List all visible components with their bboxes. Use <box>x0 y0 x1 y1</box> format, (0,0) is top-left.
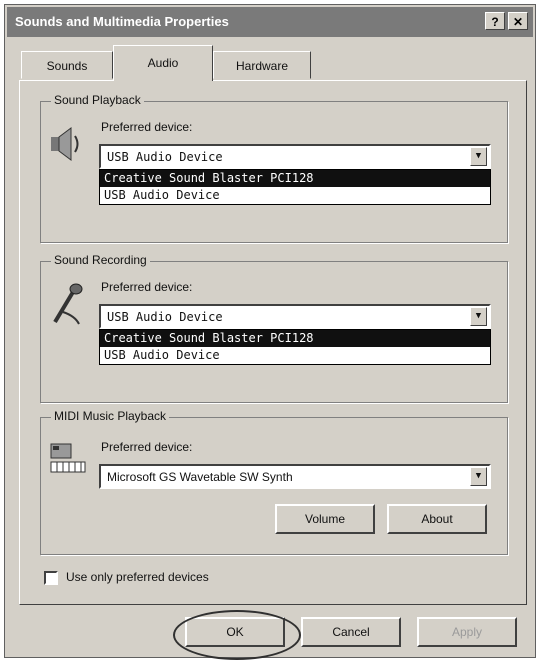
apply-button[interactable]: Apply <box>417 617 517 647</box>
help-button[interactable]: ? <box>485 12 505 30</box>
playback-option[interactable]: Creative Sound Blaster PCI128 <box>100 170 490 187</box>
recording-preferred-label: Preferred device: <box>101 280 193 294</box>
about-button[interactable]: About <box>387 504 487 534</box>
midi-device-select[interactable]: Microsoft GS Wavetable SW Synth ▼ <box>99 464 491 489</box>
sound-playback-title: Sound Playback <box>51 93 144 107</box>
sound-recording-title: Sound Recording <box>51 253 150 267</box>
title-bar[interactable]: Sounds and Multimedia Properties ? ✕ <box>7 7 533 37</box>
recording-option[interactable]: Creative Sound Blaster PCI128 <box>100 330 490 347</box>
ok-highlight-ellipse <box>173 610 301 660</box>
audio-tab-panel: Sound Playback Preferred device: USB Aud… <box>19 80 527 605</box>
midi-playback-group: MIDI Music Playback Preferred device: Mi… <box>40 409 508 555</box>
recording-device-list[interactable]: Creative Sound Blaster PCI128 USB Audio … <box>99 329 491 365</box>
midi-preferred-label: Preferred device: <box>101 440 193 454</box>
chevron-down-icon[interactable]: ▼ <box>470 467 487 486</box>
sound-playback-group: Sound Playback Preferred device: USB Aud… <box>40 93 508 243</box>
midi-selected-value: Microsoft GS Wavetable SW Synth <box>107 470 293 484</box>
playback-preferred-label: Preferred device: <box>101 120 193 134</box>
tab-hardware[interactable]: Hardware <box>213 51 311 79</box>
recording-device-select[interactable]: USB Audio Device ▼ <box>99 304 491 329</box>
playback-device-list[interactable]: Creative Sound Blaster PCI128 USB Audio … <box>99 169 491 205</box>
close-button[interactable]: ✕ <box>508 12 528 30</box>
tab-sounds[interactable]: Sounds <box>21 51 113 79</box>
sound-recording-group: Sound Recording Preferred device: USB Au… <box>40 253 508 403</box>
midi-playback-title: MIDI Music Playback <box>51 409 170 423</box>
playback-option[interactable]: USB Audio Device <box>100 187 490 204</box>
properties-dialog: Sounds and Multimedia Properties ? ✕ Sou… <box>4 4 536 660</box>
cancel-button[interactable]: Cancel <box>301 617 401 647</box>
chevron-down-icon[interactable]: ▼ <box>470 307 487 326</box>
midi-keyboard-icon <box>50 443 86 473</box>
use-only-preferred-checkbox[interactable] <box>44 571 58 585</box>
microphone-icon <box>53 283 83 325</box>
window-title: Sounds and Multimedia Properties <box>15 14 229 29</box>
tab-audio[interactable]: Audio <box>113 45 213 81</box>
use-only-preferred-label[interactable]: Use only preferred devices <box>66 570 209 584</box>
recording-selected-value: USB Audio Device <box>107 310 223 324</box>
playback-device-select[interactable]: USB Audio Device ▼ <box>99 144 491 169</box>
playback-selected-value: USB Audio Device <box>107 150 223 164</box>
recording-option[interactable]: USB Audio Device <box>100 347 490 364</box>
chevron-down-icon[interactable]: ▼ <box>470 147 487 166</box>
speaker-icon <box>51 127 79 161</box>
volume-button[interactable]: Volume <box>275 504 375 534</box>
